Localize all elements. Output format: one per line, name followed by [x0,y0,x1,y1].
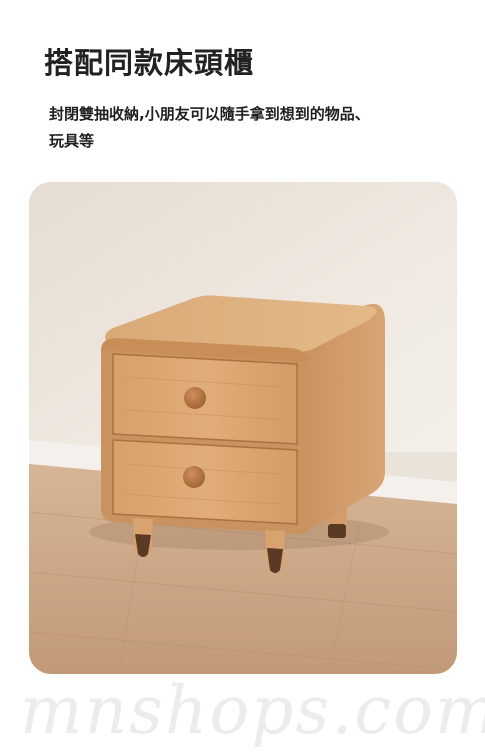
product-description: 封閉雙抽收納,小朋友可以隨手拿到想到的物品、玩具等 [49,105,370,150]
product-photo [29,182,457,674]
watermark: mnshops.com [0,672,485,756]
bottom-drawer [112,439,298,525]
bottom-drawer-knob [183,466,205,488]
watermark-text: mnshops.com [20,672,485,749]
top-drawer-knob [184,387,206,409]
page-title: 搭配同款床頭櫃 [44,46,255,80]
